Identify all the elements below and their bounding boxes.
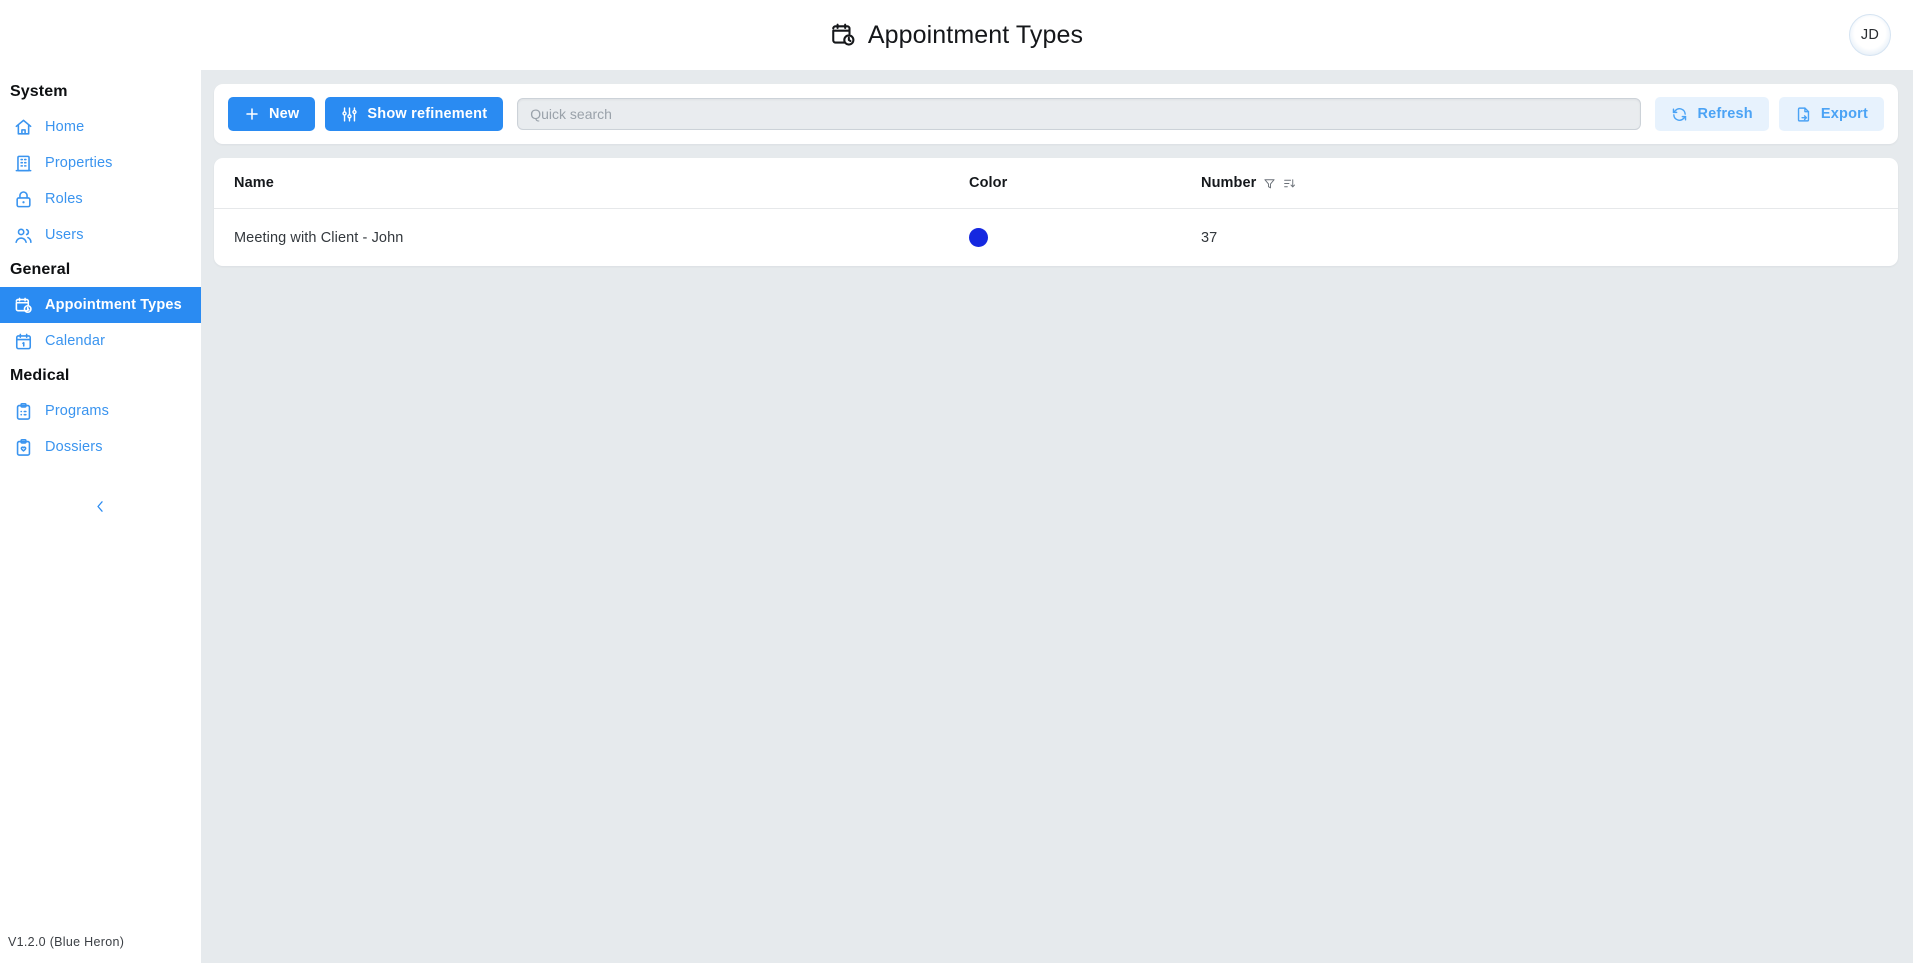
color-swatch [969,228,988,247]
calendar-clock-icon [14,296,33,315]
plus-icon [244,106,260,122]
sliders-icon [341,106,358,123]
refresh-button-label: Refresh [1697,106,1753,122]
filter-icon[interactable] [1263,177,1276,190]
new-button[interactable]: New [228,97,316,131]
sidebar-collapse-row [0,465,201,519]
sidebar-nav: System Home Properties Roles Users Gener… [0,70,201,935]
sidebar-item-label: Calendar [45,333,106,349]
column-header-color[interactable]: Color [969,158,1201,209]
table-header-row: Name Color Number [214,158,1898,209]
calendar-icon [14,332,33,351]
app-root: Appointment Types JD System Home Propert… [0,0,1913,963]
cell-number: 37 [1201,229,1218,246]
clipboard-list-icon [14,402,33,421]
toolbar-actions: Refresh Export [1655,97,1884,131]
avatar-initials: JD [1860,27,1880,43]
sidebar-group-label: Medical [10,367,70,384]
sidebar-item-roles[interactable]: Roles [0,181,201,217]
sidebar-item-properties[interactable]: Properties [0,145,201,181]
sidebar-collapse-button[interactable] [88,493,114,519]
refresh-button[interactable]: Refresh [1655,97,1769,131]
sidebar-item-label: Properties [45,155,113,171]
new-button-label: New [269,106,300,122]
sidebar-item-label: Roles [45,191,83,207]
appointment-types-table: Name Color Number Meeting with Client - … [214,158,1898,266]
column-header-name[interactable]: Name [214,158,969,209]
page-title-text: Appointment Types [867,20,1084,49]
export-button-label: Export [1820,106,1868,122]
cell-color [969,209,1201,267]
sidebar-item-label: Users [45,227,84,243]
chevron-left-icon [93,499,108,514]
lock-icon [14,190,33,209]
sidebar-group-general: General Appointment Types Calendar [0,253,201,359]
table-head: Name Color Number [214,158,1898,209]
table-body: Meeting with Client - John 37 [214,209,1898,267]
sidebar-group-label: General [10,261,71,278]
avatar[interactable]: JD [1849,14,1891,56]
export-icon [1795,106,1812,123]
sidebar-item-users[interactable]: Users [0,217,201,253]
column-header-label: Color [969,175,1008,191]
show-refinement-button[interactable]: Show refinement [325,97,504,131]
sidebar-item-label: Home [45,119,85,135]
cell-name: Meeting with Client - John [234,229,404,246]
home-icon [14,118,33,137]
main-content: New Show refinement Quick search Refresh… [201,70,1913,963]
show-refinement-label: Show refinement [367,106,488,122]
sidebar-item-appointment-types[interactable]: Appointment Types [0,287,201,323]
page-title: Appointment Types [830,22,1083,48]
clipboard-heart-icon [14,438,33,457]
sidebar-item-label: Programs [45,403,110,419]
sort-descending-icon[interactable] [1283,177,1296,190]
sidebar-item-label: Dossiers [45,439,103,455]
sidebar-group-system: System Home Properties Roles Users [0,76,201,253]
users-icon [14,226,33,245]
export-button[interactable]: Export [1778,97,1884,131]
sidebar-item-label: Appointment Types [45,297,182,313]
search-wrapper [513,98,1645,130]
sidebar-item-home[interactable]: Home [0,109,201,145]
sidebar-group-medical: Medical Programs Dossiers [0,359,201,465]
toolbar: New Show refinement Quick search Refresh… [214,84,1898,144]
refresh-icon [1671,106,1688,123]
app-version: V1.2.0 (Blue Heron) [8,935,125,949]
data-table: Name Color Number Meeting with Client - … [214,158,1898,266]
search-input[interactable] [517,98,1642,130]
calendar-clock-icon [830,22,856,48]
column-header-label: Name [234,175,274,191]
sidebar-item-programs[interactable]: Programs [0,393,201,429]
sidebar-item-dossiers[interactable]: Dossiers [0,429,201,465]
table-row[interactable]: Meeting with Client - John 37 [214,209,1898,267]
sidebar: System Home Properties Roles Users Gener… [0,8,201,963]
column-header-number[interactable]: Number [1201,158,1898,209]
sidebar-group-label: System [10,83,68,100]
sidebar-item-calendar[interactable]: Calendar [0,323,201,359]
body-wrapper: System Home Properties Roles Users Gener… [0,8,1913,963]
building-icon [14,154,33,173]
top-bar: Appointment Types JD [0,0,1913,70]
column-header-label: Number [1201,175,1257,191]
